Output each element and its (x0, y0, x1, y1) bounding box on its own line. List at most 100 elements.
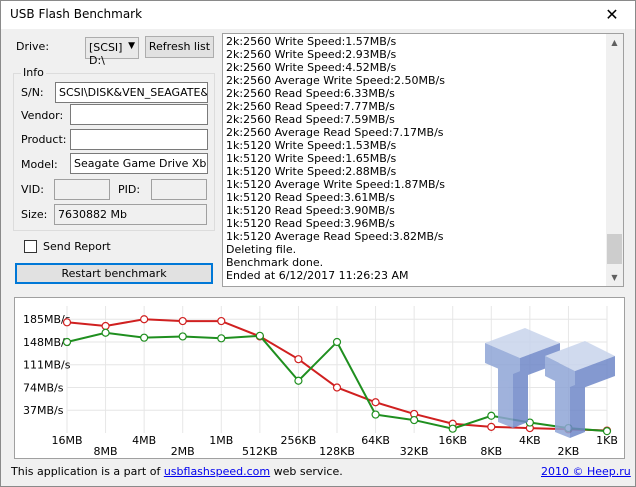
scroll-thumb[interactable] (607, 234, 622, 264)
data-point (101, 328, 110, 337)
footer-prefix: This application is a part of (11, 465, 164, 478)
data-point (101, 321, 110, 331)
data-point (140, 315, 149, 324)
data-point (178, 316, 187, 326)
sn-label: S/N: (21, 86, 44, 99)
scroll-up-arrow-icon[interactable]: ▲ (606, 34, 623, 51)
log-line: Ended at 6/12/2017 11:26:23 AM (226, 269, 409, 282)
log-lines: 2k:2560 Write Speed:1.57MB/s 2k:2560 Writ… (226, 35, 604, 282)
sn-value: SCSI\DISK&VEN_SEAGATE&PROD_GAME (59, 86, 207, 99)
data-point (332, 337, 342, 347)
log-line: 2k:2560 Average Read Speed:7.17MB/s (226, 126, 444, 139)
drive-select[interactable]: [SCSI] D:\ ▼ (85, 37, 139, 67)
x-tick-label: 4MB (132, 434, 156, 447)
log-line: 1k:5120 Read Speed:3.96MB/s (226, 217, 395, 230)
footer-suffix: web service. (270, 465, 343, 478)
log-line: Benchmark done. (226, 256, 324, 269)
data-point (178, 332, 187, 341)
heep-link[interactable]: 2010 © Heep.ru (541, 465, 631, 478)
send-report-checkbox[interactable] (24, 240, 37, 253)
x-tick-label: 2KB (558, 445, 580, 458)
logo-watermark-icon (485, 328, 615, 438)
log-line: 1k:5120 Read Speed:3.90MB/s (226, 204, 395, 217)
y-tick-label: 74MB/s (23, 381, 64, 394)
x-tick-label: 4KB (519, 434, 541, 447)
restart-benchmark-button[interactable]: Restart benchmark (15, 263, 213, 284)
size-value: 7630882 Mb (58, 208, 127, 221)
usbflashspeed-link[interactable]: usbflashspeed.com (164, 465, 270, 478)
x-tick-label: 64KB (361, 434, 390, 447)
x-tick-label: 1MB (209, 434, 233, 447)
log-line: 2k:2560 Write Speed:1.57MB/s (226, 35, 397, 48)
model-field[interactable]: Seagate Game Drive Xbox SSD (70, 153, 208, 174)
x-tick-label: 128KB (319, 445, 355, 458)
vendor-field[interactable] (70, 104, 208, 125)
data-point (294, 376, 303, 385)
title-bar: USB Flash Benchmark ✕ (1, 1, 635, 29)
x-tick-label: 16KB (438, 434, 467, 447)
log-line: 1k:5120 Write Speed:1.53MB/s (226, 139, 397, 152)
vid-field[interactable] (54, 179, 110, 200)
vid-label: VID: (21, 183, 44, 196)
log-line: 2k:2560 Write Speed:4.52MB/s (226, 61, 397, 74)
x-tick-label: 2MB (171, 445, 195, 458)
data-point (332, 383, 342, 392)
log-line: 1k:5120 Average Read Speed:3.82MB/s (226, 230, 444, 243)
log-scrollbar[interactable]: ▲ ▼ (606, 34, 623, 286)
data-point (62, 318, 72, 327)
close-icon[interactable]: ✕ (589, 1, 635, 29)
log-line: 1k:5120 Write Speed:2.88MB/s (226, 165, 397, 178)
info-legend: Info (21, 66, 46, 79)
data-point (487, 411, 496, 420)
data-point (448, 424, 457, 433)
data-point (602, 427, 612, 436)
log-line: 2k:2560 Read Speed:7.77MB/s (226, 100, 395, 113)
x-tick-label: 256KB (281, 434, 317, 447)
model-value: Seagate Game Drive Xbox SSD (74, 157, 207, 170)
pid-label: PID: (118, 183, 141, 196)
size-label: Size: (21, 208, 48, 221)
data-point (140, 333, 149, 342)
speed-chart-svg: 185MB/s148MB/s111MB/s74MB/s37MB/s16MB8MB… (23, 306, 618, 458)
data-point (255, 331, 264, 340)
data-point (217, 334, 226, 343)
y-tick-label: 111MB/s (23, 359, 71, 372)
x-tick-label: 8MB (94, 445, 118, 458)
log-textbox[interactable]: 2k:2560 Write Speed:1.57MB/s 2k:2560 Writ… (222, 33, 624, 287)
drive-label: Drive: (16, 40, 50, 53)
log-line: 1k:5120 Read Speed:3.61MB/s (226, 191, 395, 204)
x-tick-label: 512KB (242, 445, 278, 458)
data-point (487, 422, 496, 431)
sn-field[interactable]: SCSI\DISK&VEN_SEAGATE&PROD_GAME (55, 82, 208, 103)
data-point (371, 398, 380, 407)
log-line: Deleting file. (226, 243, 297, 256)
data-point (294, 355, 303, 364)
x-tick-label: 8KB (480, 445, 502, 458)
data-point (410, 415, 419, 425)
footer-text: This application is a part of usbflashsp… (11, 465, 343, 478)
y-tick-label: 37MB/s (23, 404, 64, 417)
log-line: 2k:2560 Read Speed:7.59MB/s (226, 113, 395, 126)
vendor-label: Vendor: (21, 109, 64, 122)
data-point (62, 337, 72, 347)
log-line: 2k:2560 Write Speed:2.93MB/s (226, 48, 397, 61)
x-tick-label: 16MB (51, 434, 82, 447)
log-line: 2k:2560 Read Speed:6.33MB/s (226, 87, 395, 100)
chevron-down-icon: ▼ (128, 41, 135, 51)
data-point (217, 316, 226, 326)
window-title: USB Flash Benchmark (10, 7, 143, 21)
log-line: 1k:5120 Average Write Speed:1.87MB/s (226, 178, 445, 191)
product-label: Product: (21, 133, 67, 146)
scroll-down-arrow-icon[interactable]: ▼ (606, 269, 623, 286)
send-report-label[interactable]: Send Report (43, 240, 111, 253)
app-window: USB Flash Benchmark ✕ Drive: [SCSI] D:\ … (0, 0, 636, 487)
refresh-list-button[interactable]: Refresh list (145, 36, 214, 58)
product-field[interactable] (70, 129, 208, 150)
data-point (371, 410, 380, 419)
size-field[interactable]: 7630882 Mb (54, 204, 207, 225)
log-line: 1k:5120 Write Speed:1.65MB/s (226, 152, 397, 165)
model-label: Model: (21, 158, 58, 171)
x-tick-label: 1KB (596, 434, 618, 447)
pid-field[interactable] (151, 179, 207, 200)
log-line: 2k:2560 Average Write Speed:2.50MB/s (226, 74, 445, 87)
